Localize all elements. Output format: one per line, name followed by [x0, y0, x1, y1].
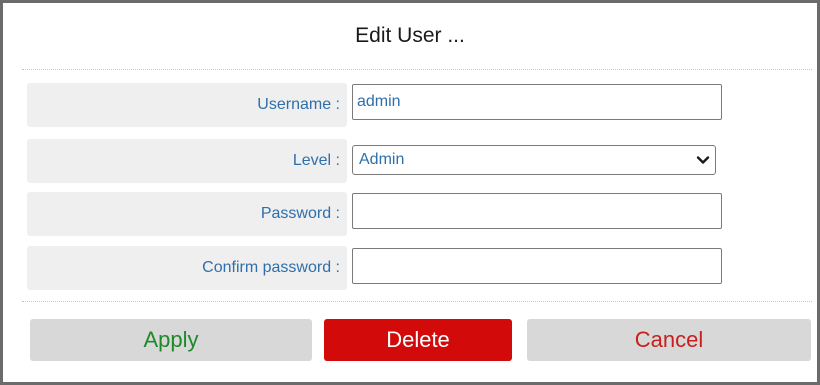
confirm-password-row: Confirm password :: [27, 246, 347, 290]
delete-button[interactable]: Delete: [324, 319, 512, 361]
edit-user-dialog: Edit User ... Username : Level : Admin P…: [0, 0, 820, 385]
confirm-password-input[interactable]: [352, 248, 722, 284]
password-row: Password :: [27, 192, 347, 236]
dialog-title: Edit User ...: [355, 24, 465, 47]
password-label: Password :: [27, 192, 347, 236]
username-input[interactable]: [352, 84, 722, 120]
level-label: Level :: [27, 139, 347, 183]
apply-button[interactable]: Apply: [30, 319, 312, 361]
cancel-button[interactable]: Cancel: [527, 319, 811, 361]
level-select[interactable]: Admin: [352, 145, 716, 175]
footer-divider: [22, 301, 812, 302]
title-divider: [22, 69, 812, 70]
password-input[interactable]: [352, 193, 722, 229]
username-label: Username :: [27, 83, 347, 127]
username-row: Username :: [27, 83, 347, 127]
confirm-password-label: Confirm password :: [27, 246, 347, 290]
level-row: Level :: [27, 139, 347, 183]
chevron-down-icon: [696, 156, 710, 164]
level-select-value: Admin: [359, 151, 405, 168]
